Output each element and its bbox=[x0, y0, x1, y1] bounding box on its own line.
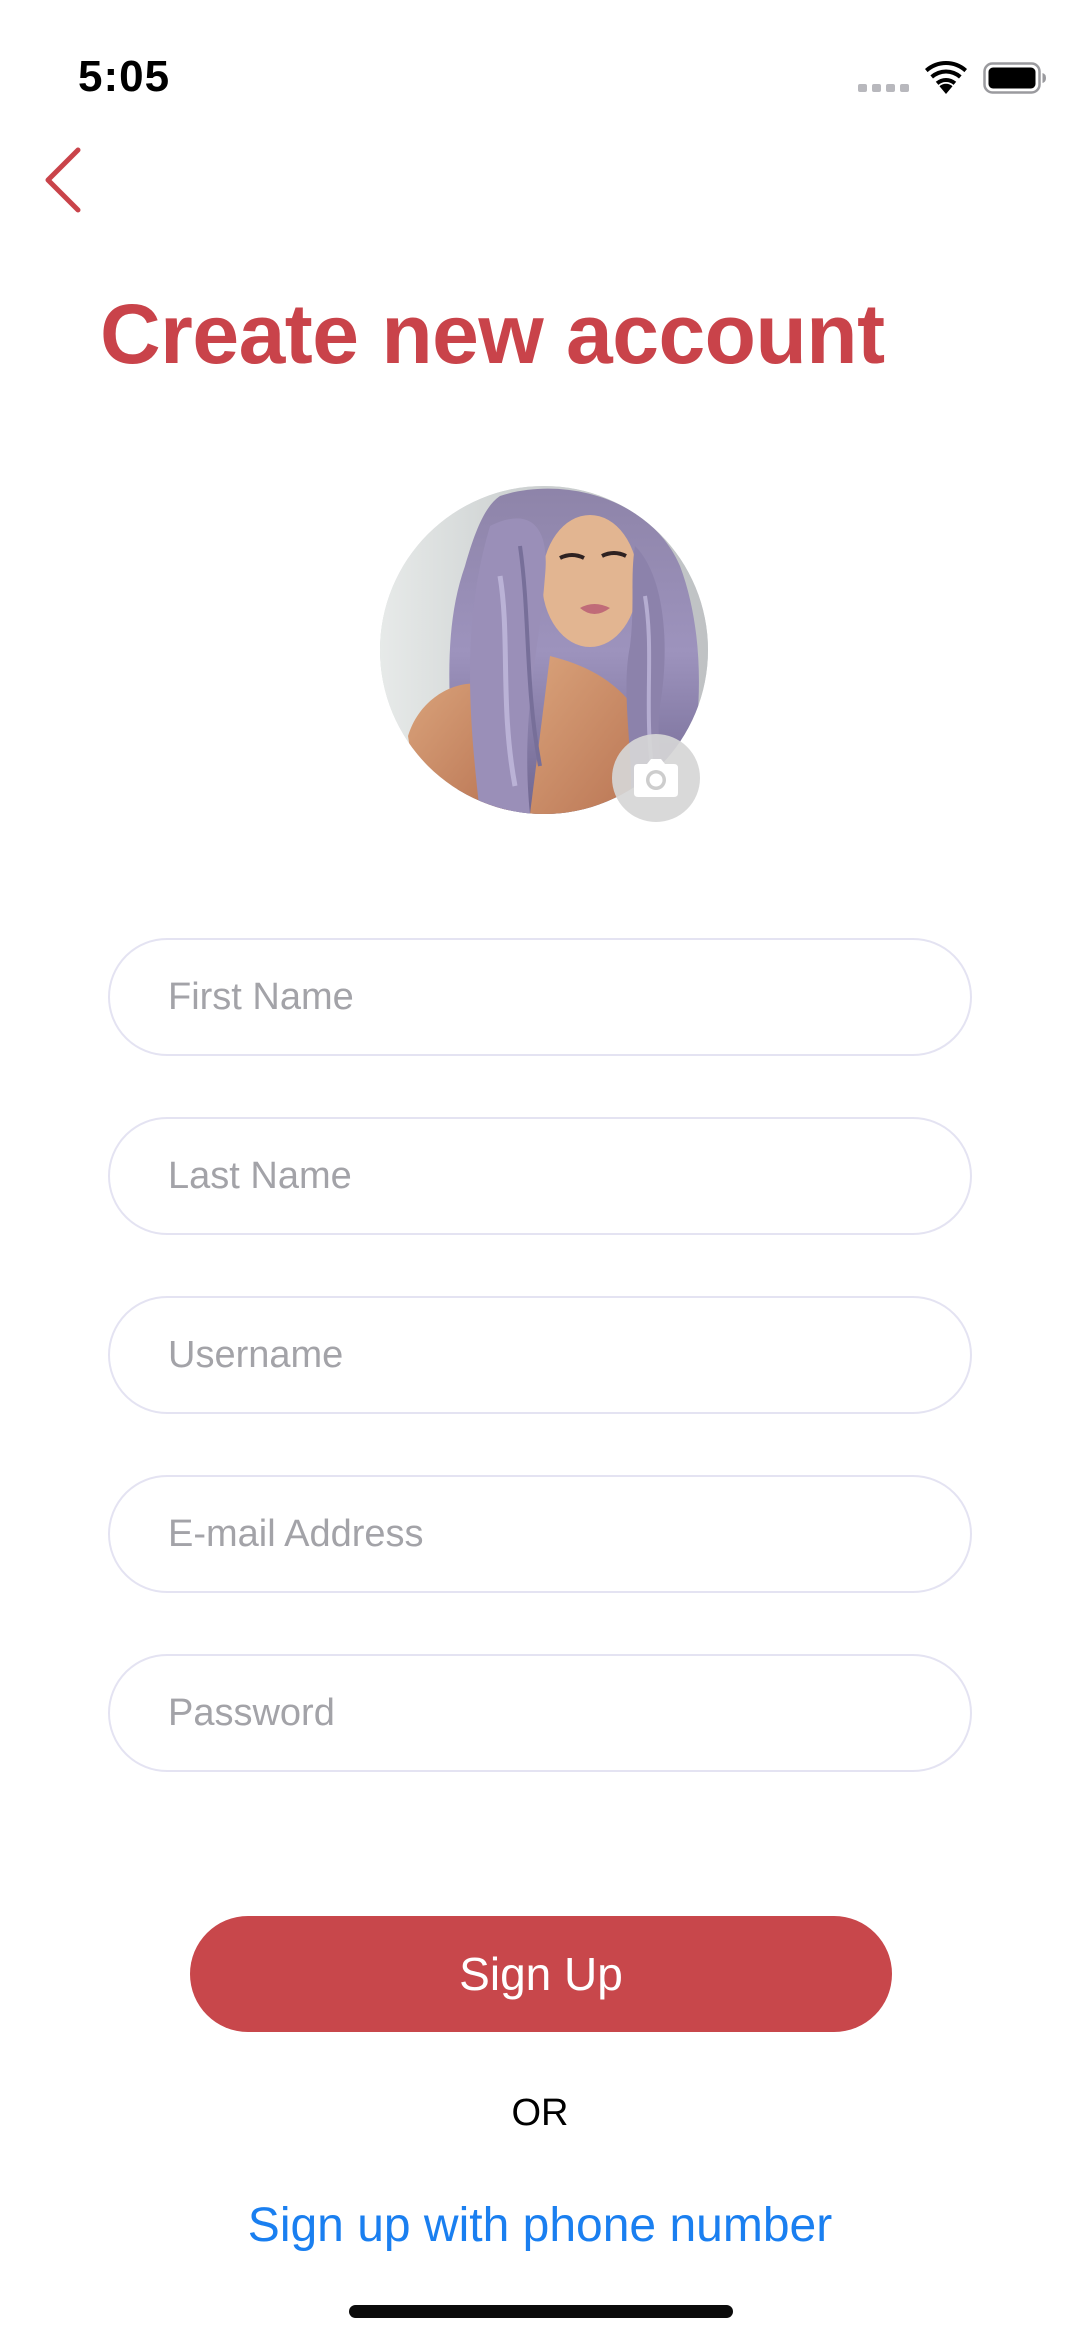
status-bar: 5:05 bbox=[0, 0, 1080, 120]
email-input[interactable] bbox=[168, 1477, 928, 1591]
camera-button[interactable] bbox=[612, 734, 700, 822]
chevron-left-icon bbox=[45, 147, 81, 213]
cellular-signal-icon bbox=[858, 84, 910, 92]
profile-photo-picker[interactable] bbox=[380, 486, 708, 822]
password-field[interactable] bbox=[108, 1654, 972, 1772]
sign-up-with-phone-link[interactable]: Sign up with phone number bbox=[0, 2198, 1080, 2253]
last-name-input[interactable] bbox=[168, 1119, 928, 1233]
or-divider-label: OR bbox=[511, 2092, 569, 2134]
page-title: Create new account bbox=[100, 287, 885, 381]
username-field[interactable] bbox=[108, 1296, 972, 1414]
battery-icon bbox=[983, 62, 1046, 94]
sign-up-button[interactable]: Sign Up bbox=[190, 1916, 892, 2032]
back-button[interactable] bbox=[38, 142, 94, 218]
camera-icon bbox=[634, 759, 678, 797]
first-name-field[interactable] bbox=[108, 938, 972, 1056]
email-field[interactable] bbox=[108, 1475, 972, 1593]
home-indicator[interactable] bbox=[349, 2305, 733, 2318]
wifi-icon bbox=[925, 60, 967, 94]
username-input[interactable] bbox=[168, 1298, 928, 1412]
last-name-field[interactable] bbox=[108, 1117, 972, 1235]
password-input[interactable] bbox=[168, 1656, 928, 1770]
first-name-input[interactable] bbox=[168, 940, 928, 1054]
status-time: 5:05 bbox=[78, 52, 171, 101]
